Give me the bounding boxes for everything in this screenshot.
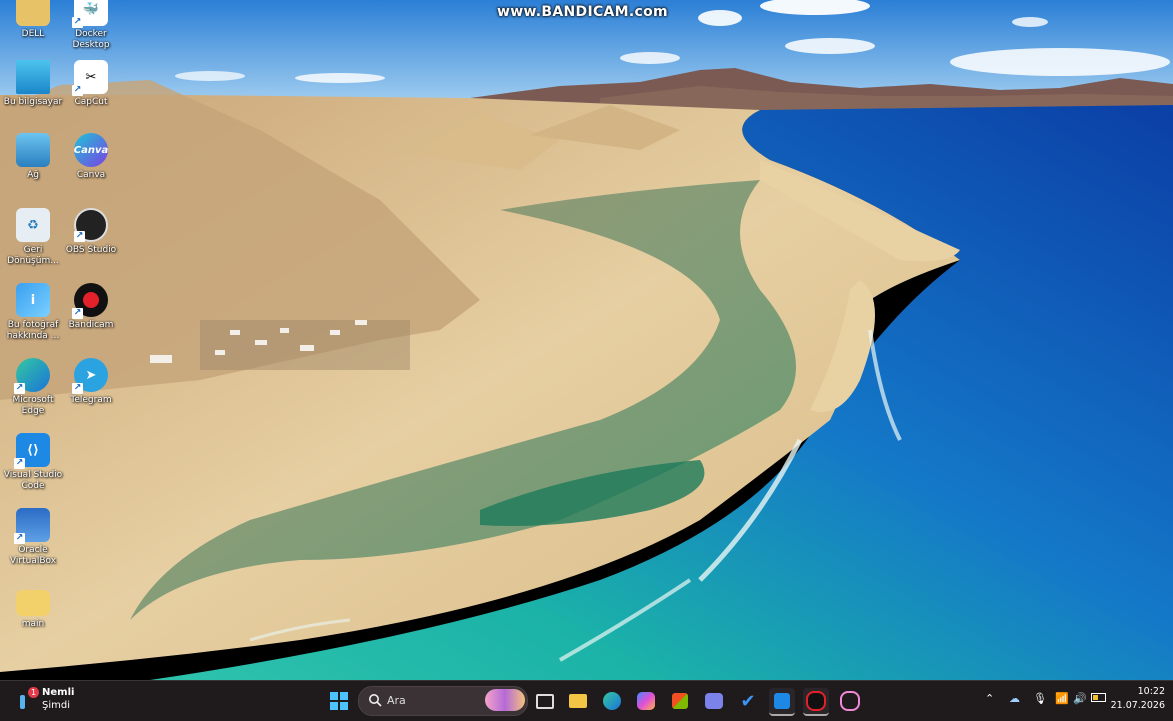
todo-icon[interactable]: ✔ bbox=[735, 688, 761, 714]
docker-icon: 🐳 ↗ bbox=[72, 0, 108, 28]
clock[interactable]: 10:22 21.07.2026 bbox=[1111, 685, 1165, 713]
wifi-icon[interactable]: 📶 bbox=[1055, 692, 1069, 705]
shortcut-arrow-icon: ↗ bbox=[14, 533, 25, 544]
copilot-icon[interactable] bbox=[633, 688, 659, 714]
photo-info-icon: i bbox=[16, 283, 50, 317]
weather-icon bbox=[20, 695, 25, 709]
shortcut-arrow-icon: ↗ bbox=[72, 308, 83, 319]
chevron-up-icon[interactable]: ⌃ bbox=[985, 692, 994, 705]
edge-icon[interactable] bbox=[599, 688, 625, 714]
desktop-icon-label: main bbox=[21, 619, 45, 629]
desktop-icon-label: Geri Dönüşüm... bbox=[7, 245, 59, 266]
taskbar: 1 Nemli Şimdi Ara ✔ ⌃ ☁ 🎙 📶 🔊 10:22 21.0… bbox=[0, 680, 1173, 721]
bandicam-icon[interactable] bbox=[803, 688, 829, 716]
desktop-icon-dell[interactable]: DELL bbox=[3, 0, 63, 40]
shortcut-arrow-icon: ↗ bbox=[14, 458, 25, 469]
desktop-icon-docker[interactable]: 🐳 ↗ Docker Desktop bbox=[61, 0, 121, 51]
network-icon bbox=[16, 133, 50, 167]
edge-icon: ↗ bbox=[14, 358, 50, 394]
virtualbox-icon: ↗ bbox=[14, 508, 50, 544]
desktop-icon-this-pc[interactable]: Bu bilgisayar bbox=[3, 60, 63, 108]
desktop-icon-photo-info[interactable]: i Bu fotoğraf hakkında ... bbox=[3, 283, 63, 342]
desktop-icon-network[interactable]: Ağ bbox=[3, 133, 63, 181]
teams-icon[interactable] bbox=[701, 688, 727, 714]
desktop-icon-virtualbox[interactable]: ↗ Oracle VirtualBox bbox=[3, 508, 63, 567]
computer-icon bbox=[16, 60, 50, 94]
bandicam-watermark: www.BANDICAM.com bbox=[497, 4, 668, 20]
desktop-icon-label: Canva bbox=[76, 170, 106, 180]
desktop-icon-vscode[interactable]: ⟨⟩ ↗ Visual Studio Code bbox=[3, 433, 63, 492]
desktop-icon-recycle-bin[interactable]: ♻ Geri Dönüşüm... bbox=[3, 208, 63, 267]
desktop-icon-main[interactable]: main bbox=[3, 586, 63, 630]
shortcut-arrow-icon: ↗ bbox=[72, 17, 83, 28]
desktop-icon-telegram[interactable]: ➤ ↗ Telegram bbox=[61, 358, 121, 406]
microphone-icon[interactable]: 🎙 bbox=[1033, 692, 1047, 705]
shortcut-arrow-icon: ↗ bbox=[14, 383, 25, 394]
shortcut-arrow-icon: ↗ bbox=[74, 231, 85, 242]
desktop-icon-label: Microsoft Edge bbox=[12, 395, 54, 416]
weather-title: Nemli bbox=[42, 687, 75, 698]
search-placeholder: Ara bbox=[387, 694, 406, 707]
task-view-icon[interactable] bbox=[532, 688, 558, 714]
search-highlight-icon bbox=[485, 689, 525, 711]
desktop-icon-label: Visual Studio Code bbox=[3, 470, 63, 491]
vscode-icon[interactable] bbox=[769, 688, 795, 716]
onedrive-icon[interactable]: ☁ bbox=[1009, 692, 1020, 705]
desktop-icon-label: Bu bilgisayar bbox=[3, 97, 63, 107]
system-tray: ⌃ ☁ 🎙 📶 🔊 10:22 21.07.2026 bbox=[973, 681, 1173, 721]
desktop-wallpaper bbox=[0, 0, 1173, 680]
desktop-icon-label: Docker Desktop bbox=[72, 29, 110, 50]
obs-icon: ↗ bbox=[74, 208, 108, 242]
desktop-icon-label: Bu fotoğraf hakkında ... bbox=[6, 320, 60, 341]
search-box[interactable]: Ara bbox=[358, 686, 528, 716]
bandicam-icon: ↗ bbox=[72, 283, 108, 319]
weather-badge: 1 bbox=[28, 687, 39, 698]
dell-folder-icon bbox=[16, 0, 50, 26]
desktop-icon-label: CapCut bbox=[74, 97, 108, 107]
media-player-icon[interactable] bbox=[837, 688, 863, 714]
clock-date: 21.07.2026 bbox=[1110, 700, 1165, 711]
desktop-icon-label: Oracle VirtualBox bbox=[9, 545, 57, 566]
telegram-icon: ➤ ↗ bbox=[72, 358, 108, 394]
desktop-icon-label: Ağ bbox=[27, 170, 39, 180]
shortcut-arrow-icon: ↗ bbox=[72, 383, 83, 394]
canva-icon: Canva bbox=[74, 133, 108, 167]
weather-subtitle: Şimdi bbox=[42, 700, 70, 711]
capcut-icon: ✂ ↗ bbox=[72, 60, 108, 96]
recycle-bin-icon: ♻ bbox=[16, 208, 50, 242]
folder-icon bbox=[16, 590, 50, 616]
desktop-icon-label: Bandicam bbox=[68, 320, 114, 330]
shortcut-arrow-icon: ↗ bbox=[72, 85, 83, 96]
desktop-icon-bandicam[interactable]: ↗ Bandicam bbox=[61, 283, 121, 331]
store-icon[interactable] bbox=[667, 688, 693, 714]
desktop-icon-label: OBS Studio bbox=[65, 245, 117, 255]
desktop-icon-obs[interactable]: ↗ OBS Studio bbox=[61, 208, 121, 256]
file-explorer-icon[interactable] bbox=[565, 688, 591, 714]
desktop-icon-edge[interactable]: ↗ Microsoft Edge bbox=[3, 358, 63, 417]
volume-icon[interactable]: 🔊 bbox=[1073, 692, 1087, 705]
vscode-icon: ⟨⟩ ↗ bbox=[14, 433, 50, 469]
desktop-icon-capcut[interactable]: ✂ ↗ CapCut bbox=[61, 60, 121, 108]
desktop-icon-label: Telegram bbox=[70, 395, 112, 405]
battery-icon[interactable] bbox=[1091, 692, 1106, 705]
weather-widget[interactable]: 1 Nemli Şimdi bbox=[18, 685, 98, 717]
desktop-icon-label: DELL bbox=[21, 29, 45, 39]
search-icon bbox=[369, 694, 382, 707]
clock-time: 10:22 bbox=[1137, 686, 1165, 697]
start-icon[interactable] bbox=[326, 688, 352, 714]
desktop-icon-canva[interactable]: Canva Canva bbox=[61, 133, 121, 181]
